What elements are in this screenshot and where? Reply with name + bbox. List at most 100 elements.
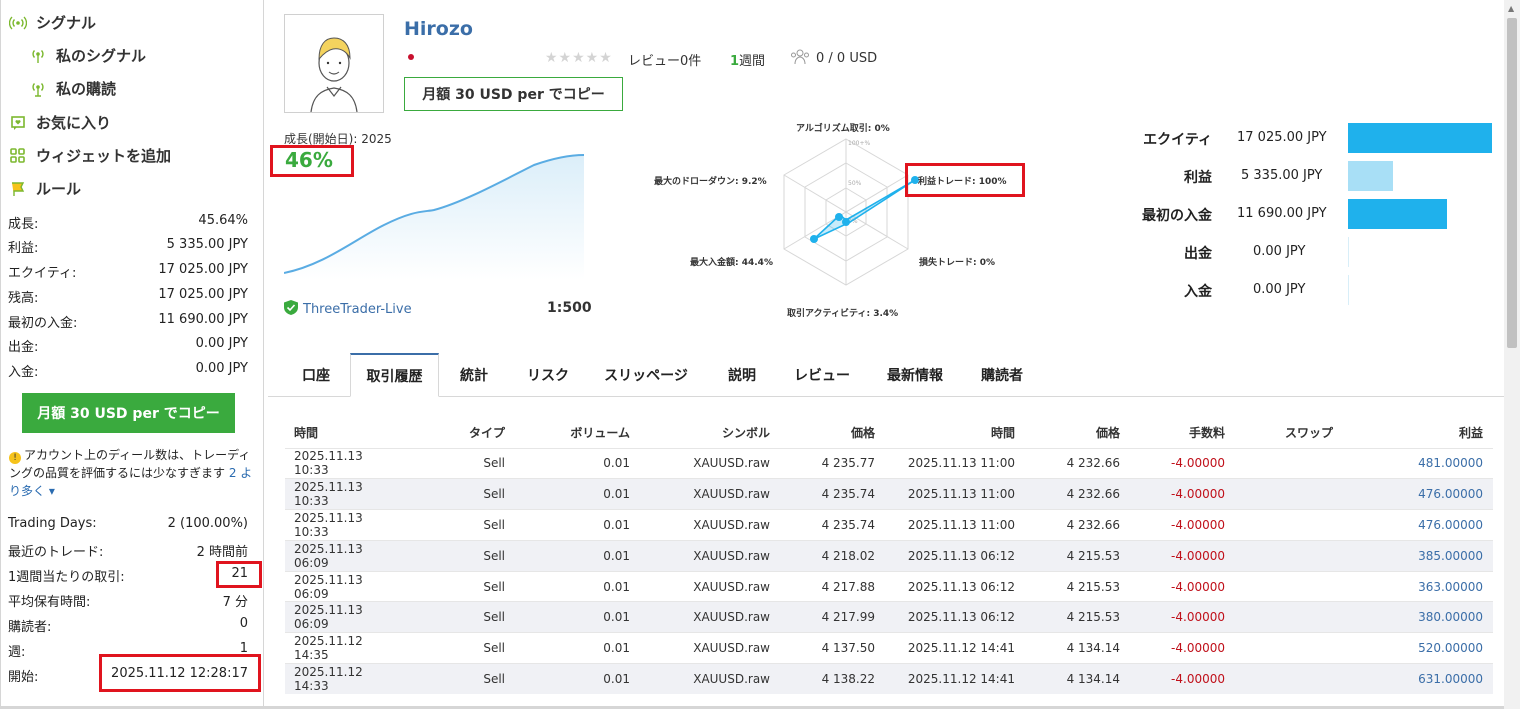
tab-statistics[interactable]: 統計 (448, 353, 500, 397)
scrollbar-thumb[interactable] (1507, 18, 1517, 348)
table-cell: -4.00000 (1171, 579, 1225, 594)
copy-subscribe-button-top[interactable]: 月額 30 USD per でコピー (404, 77, 623, 111)
table-cell: 476.00000 (1418, 487, 1483, 502)
tab-slippage[interactable]: スリッページ (598, 353, 694, 397)
signal-icon (8, 14, 28, 32)
table-cell: 2025.11.13 06:09 (294, 541, 363, 570)
col-swap[interactable]: スワップ (1225, 418, 1333, 448)
radar-label-loss-trades: 損失トレード: 0% (919, 256, 995, 268)
reviews-count[interactable]: レビュー0件 (628, 50, 701, 69)
weeks-count: 1週間 (730, 54, 766, 69)
nav-favorites[interactable]: お気に入り (8, 112, 111, 133)
table-cell: 2025.11.13 11:00 (907, 517, 1015, 532)
table-cell: -4.00000 (1171, 517, 1225, 532)
bar (1348, 123, 1492, 153)
table-header-row: 時間 タイプ ボリューム シンボル 価格 時間 価格 手数料 スワップ 利益 (285, 418, 1493, 448)
table-cell: -4.00000 (1171, 487, 1225, 502)
col-commission[interactable]: 手数料 (1120, 418, 1225, 448)
table-row[interactable]: 2025.11.13 10:33 Sell 0.01 XAUUSD.raw 4 235.… (285, 448, 1493, 479)
leverage: 1:500 (547, 300, 592, 316)
table-cell: 2025.11.13 06:09 (294, 603, 363, 632)
table-cell: Sell (483, 579, 505, 594)
svg-text:100+%: 100+% (848, 140, 870, 147)
table-cell: 631.00000 (1418, 672, 1483, 687)
subscribers-info: 0 / 0 USD (790, 49, 877, 69)
table-cell: 4 215.53 (1066, 579, 1120, 594)
scrollbar[interactable]: ▲ (1504, 0, 1520, 709)
nav-my-subscriptions[interactable]: 私の購読 (28, 78, 116, 99)
stat-trades-per-week: 1週間当たりの取引: 21 (8, 566, 248, 585)
bar-label: 利益 (1184, 170, 1212, 186)
stat-withdrawals: 出金: 0.00 JPY (8, 336, 248, 355)
tab-news[interactable]: 最新情報 (880, 353, 950, 397)
nav-rules-label: ルール (36, 180, 82, 198)
warning-icon: ! (9, 452, 21, 464)
table-cell: XAUUSD.raw (693, 548, 770, 563)
tab-reviews[interactable]: レビュー (786, 353, 858, 397)
table-cell: 4 138.22 (821, 672, 875, 687)
broker-link[interactable]: ThreeTrader-Live (284, 300, 412, 319)
table-row[interactable]: 2025.11.12 14:33 Sell 0.01 XAUUSD.raw 4 138.… (285, 663, 1493, 695)
bar (1348, 161, 1393, 191)
radar-chart: 100+% 50% 0% アルゴリズム取引: 0% 利益トレード: 100% 損… (654, 122, 1007, 319)
scroll-up-icon[interactable]: ▲ (1508, 4, 1514, 13)
table-cell: 4 235.77 (821, 456, 875, 471)
nav-my-signals[interactable]: 私のシグナル (28, 45, 146, 66)
tab-description[interactable]: 説明 (718, 353, 766, 397)
rules-icon (8, 180, 28, 198)
stat-deposits: 入金: 0.00 JPY (8, 361, 248, 380)
nav-my-signals-label: 私のシグナル (56, 47, 147, 65)
table-cell: Sell (483, 641, 505, 656)
radar-point (810, 235, 818, 243)
table-row[interactable]: 2025.11.13 06:09 Sell 0.01 XAUUSD.raw 4 218.… (285, 540, 1493, 572)
col-type[interactable]: タイプ (400, 418, 505, 448)
provider-name[interactable]: Hirozo (404, 18, 473, 40)
tab-risks[interactable]: リスク (516, 353, 580, 397)
bar (1348, 275, 1349, 305)
sidebar: シグナル 私のシグナル 私の購読 お気に入り ウィジェットを追加 ルール 成長:… (0, 0, 264, 709)
table-cell: 4 235.74 (821, 487, 875, 502)
table-cell: 4 134.14 (1066, 672, 1120, 687)
copy-subscribe-button[interactable]: 月額 30 USD per でコピー (22, 393, 235, 433)
nav-favorites-label: お気に入り (36, 114, 112, 132)
table-cell: XAUUSD.raw (693, 672, 770, 687)
col-price-close[interactable]: 価格 (1015, 418, 1120, 448)
table-cell (1225, 510, 1333, 541)
col-symbol[interactable]: シンボル (630, 418, 770, 448)
tab-account[interactable]: 口座 (288, 353, 344, 397)
col-time-close[interactable]: 時間 (875, 418, 1015, 448)
shield-check-icon (284, 300, 298, 319)
col-price[interactable]: 価格 (770, 418, 875, 448)
table-cell: 4 218.02 (821, 548, 875, 563)
table-cell: -4.00000 (1171, 456, 1225, 471)
tab-subscribers[interactable]: 購読者 (974, 353, 1030, 397)
stat-initial-deposit: 最初の入金: 11 690.00 JPY (8, 312, 248, 331)
nav-rules[interactable]: ルール (8, 178, 81, 199)
table-cell: -4.00000 (1171, 641, 1225, 656)
col-time[interactable]: 時間 (285, 418, 400, 448)
col-profit[interactable]: 利益 (1333, 418, 1493, 448)
col-volume[interactable]: ボリューム (505, 418, 630, 448)
table-row[interactable]: 2025.11.13 10:33 Sell 0.01 XAUUSD.raw 4 235.… (285, 509, 1493, 541)
avatar (284, 14, 384, 113)
bar-label: 出金 (1184, 246, 1212, 262)
stat-profit: 利益: 5 335.00 JPY (8, 237, 248, 256)
table-cell: 2025.11.13 10:33 (294, 510, 363, 539)
table-row[interactable]: 2025.11.13 10:33 Sell 0.01 XAUUSD.raw 4 235.… (285, 478, 1493, 510)
warning-message: ! アカウント上のディール数は、トレーディングの品質を評価するには少なすぎます 2… (9, 448, 253, 498)
table-cell: -4.00000 (1171, 610, 1225, 625)
nav-add-widget[interactable]: ウィジェットを追加 (8, 145, 171, 166)
nav-signals[interactable]: シグナル (8, 12, 96, 33)
table-cell: 0.01 (603, 610, 630, 625)
table-cell: XAUUSD.raw (693, 487, 770, 502)
table-row[interactable]: 2025.11.12 14:35 Sell 0.01 XAUUSD.raw 4 137.… (285, 632, 1493, 664)
growth-chart (284, 154, 585, 280)
table-cell: XAUUSD.raw (693, 641, 770, 656)
table-cell: 2025.11.12 14:35 (294, 634, 363, 663)
table-row[interactable]: 2025.11.13 06:09 Sell 0.01 XAUUSD.raw 4 217.… (285, 571, 1493, 602)
stat-equity: エクイティ: 17 025.00 JPY (8, 262, 248, 281)
radar-label-algo: アルゴリズム取引: 0% (796, 122, 890, 134)
table-row[interactable]: 2025.11.13 06:09 Sell 0.01 XAUUSD.raw 4 217.… (285, 601, 1493, 633)
tab-trade-history[interactable]: 取引履歴 (350, 353, 439, 397)
table-cell: 4 232.66 (1066, 487, 1120, 502)
